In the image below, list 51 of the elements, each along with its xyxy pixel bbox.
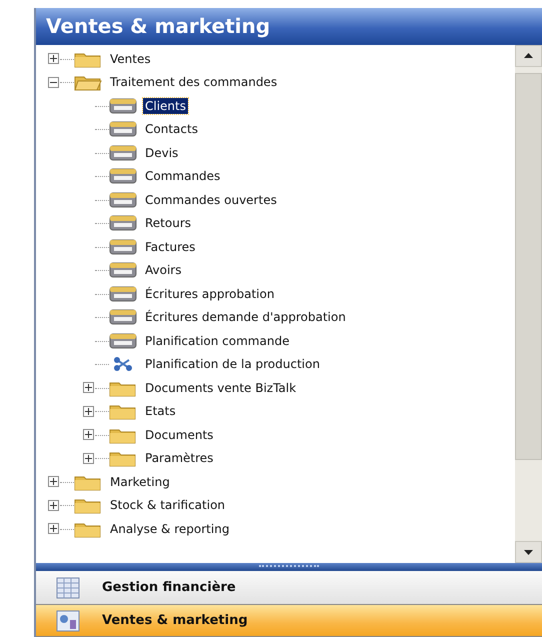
form-icon bbox=[109, 192, 137, 208]
tree-item[interactable]: Documents bbox=[143, 426, 216, 443]
tree-item[interactable]: Devis bbox=[143, 144, 180, 161]
expand-icon[interactable] bbox=[83, 406, 94, 417]
form-icon bbox=[109, 98, 137, 114]
scroll-down-icon[interactable] bbox=[515, 541, 542, 564]
tree-item[interactable]: Analyse & reporting bbox=[108, 520, 232, 537]
spreadsheet-icon bbox=[56, 576, 80, 599]
tree-item[interactable]: Planification de la production bbox=[143, 356, 322, 372]
tree-item[interactable]: Commandes ouvertes bbox=[143, 192, 279, 208]
tree-item[interactable]: Contacts bbox=[143, 121, 200, 138]
tree-item[interactable]: Documents vente BizTalk bbox=[143, 380, 298, 396]
tree-item[interactable]: Ventes bbox=[108, 50, 153, 67]
expand-icon[interactable] bbox=[83, 429, 94, 440]
tree-item[interactable]: Traitement des commandes bbox=[108, 74, 280, 90]
collapse-icon[interactable] bbox=[48, 76, 59, 88]
form-icon bbox=[109, 332, 137, 349]
expand-icon[interactable] bbox=[83, 452, 94, 464]
splitter[interactable] bbox=[36, 563, 542, 572]
expand-icon[interactable] bbox=[48, 53, 59, 64]
form-icon bbox=[109, 121, 137, 138]
panel-title: Ventes & marketing bbox=[36, 8, 542, 45]
scroll-thumb[interactable] bbox=[515, 72, 542, 460]
nav-button[interactable]: Ventes & marketing bbox=[36, 605, 542, 637]
form-icon bbox=[109, 262, 137, 278]
tree-item[interactable]: Factures bbox=[143, 238, 198, 255]
form-icon bbox=[109, 168, 137, 184]
chart-icon bbox=[56, 610, 80, 632]
tree-item[interactable]: Marketing bbox=[108, 474, 172, 490]
form-icon bbox=[109, 286, 137, 302]
tree-item[interactable]: Écritures approbation bbox=[143, 286, 276, 302]
tree-item[interactable]: Commandes bbox=[143, 168, 222, 184]
tree-item[interactable]: Stock & tarification bbox=[108, 497, 228, 514]
form-icon bbox=[109, 309, 137, 326]
expand-icon[interactable] bbox=[48, 500, 59, 511]
expand-icon[interactable] bbox=[48, 523, 59, 534]
nav-button[interactable]: Gestion financière bbox=[36, 571, 542, 606]
tree-item[interactable]: Écritures demande d'approbation bbox=[143, 309, 348, 326]
tree-item[interactable]: Avoirs bbox=[143, 262, 184, 278]
scroll-up-icon[interactable] bbox=[515, 44, 542, 67]
expand-icon[interactable] bbox=[48, 476, 59, 488]
form-icon bbox=[109, 238, 137, 255]
form-icon bbox=[109, 215, 137, 232]
tree-item[interactable]: Etats bbox=[143, 403, 178, 420]
tree-item[interactable]: Clients bbox=[143, 98, 188, 114]
tree-item[interactable]: Planification commande bbox=[143, 332, 292, 349]
tree-item[interactable]: Retours bbox=[143, 215, 194, 232]
expand-icon[interactable] bbox=[83, 382, 94, 394]
tree-item[interactable]: Paramètres bbox=[143, 450, 216, 466]
form-icon bbox=[109, 144, 137, 161]
scrollbar[interactable] bbox=[515, 44, 542, 564]
